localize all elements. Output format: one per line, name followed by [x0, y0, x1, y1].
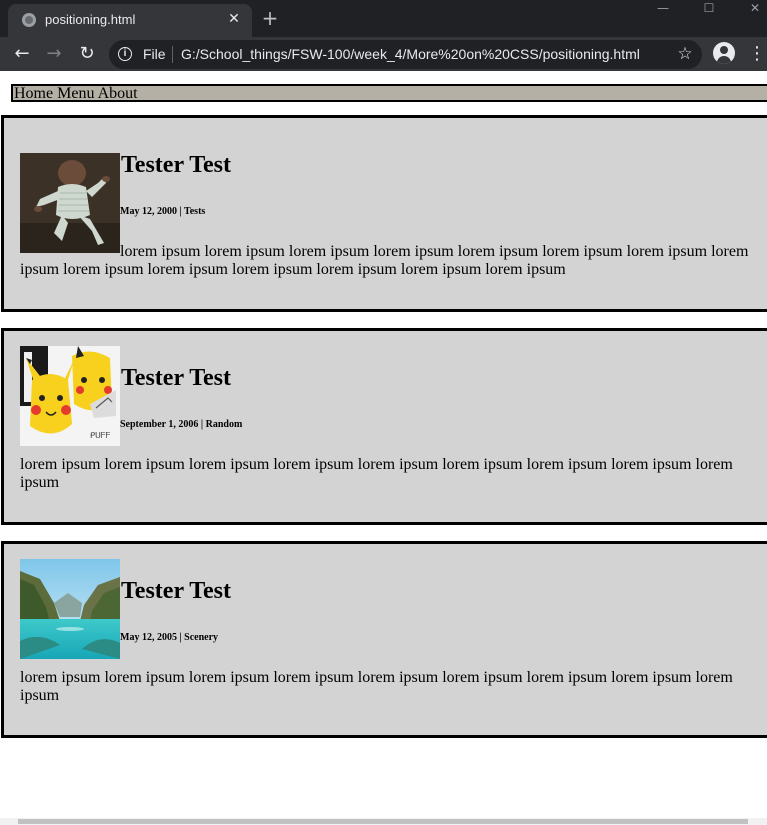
browser-tab[interactable]: positioning.html ✕	[8, 4, 252, 37]
page-viewport: Home Menu About Tester Test May 12, 2000…	[0, 71, 767, 825]
post-category: Scenery	[184, 632, 219, 643]
nav-about[interactable]: About	[98, 85, 138, 102]
url-text[interactable]: G:/School_things/FSW-100/week_4/More%20o…	[181, 46, 640, 62]
horizontal-scrollbar[interactable]	[0, 818, 767, 825]
dancing-baby-photo	[20, 153, 120, 253]
post-title: Tester Test	[121, 152, 232, 178]
browser-titlebar: positioning.html ✕ + — ☐ ✕	[0, 0, 767, 37]
kebab-menu-icon[interactable]: ⋮	[748, 41, 766, 67]
post-category: Random	[205, 419, 243, 430]
window-close-icon[interactable]: ✕	[733, 0, 767, 20]
close-tab-icon[interactable]: ✕	[225, 10, 243, 28]
post-date: September 1, 2006	[120, 419, 199, 430]
nav-menu[interactable]: Menu	[57, 85, 94, 102]
post-title: Tester Test	[121, 365, 232, 391]
new-tab-icon[interactable]: +	[259, 8, 281, 30]
meta-separator: |	[176, 206, 184, 217]
reload-icon[interactable]: ↻	[74, 41, 100, 67]
post-title: Tester Test	[121, 578, 232, 604]
tab-title: positioning.html	[45, 12, 136, 27]
browser-toolbar: ← → ↻ i File G:/School_things/FSW-100/we…	[0, 37, 767, 71]
post-date: May 12, 2000	[120, 206, 177, 217]
forward-arrow-icon[interactable]: →	[41, 41, 67, 67]
maximize-icon[interactable]: ☐	[687, 0, 731, 20]
post-card: Tester Test May 12, 2005 | Scenery lorem…	[1, 541, 767, 738]
post-body: lorem ipsum lorem ipsum lorem ipsum lore…	[20, 669, 733, 704]
avatar-head	[720, 46, 728, 54]
svg-text:ᑭᑌᖴᖴ: ᑭᑌᖴᖴ	[90, 431, 111, 440]
nav-home[interactable]: Home	[14, 85, 53, 102]
scrollbar-thumb[interactable]	[18, 819, 748, 824]
post-card: ᑭᑌᖴᖴ Tester Test September 1, 2006 | Ran…	[1, 328, 767, 525]
mountain-lake-landscape	[20, 559, 120, 659]
post-meta: May 12, 2000 | Tests	[120, 206, 205, 217]
info-icon[interactable]: i	[118, 47, 132, 61]
site-navbar: Home Menu About	[11, 84, 767, 102]
bookmark-star-icon[interactable]: ☆	[675, 43, 695, 65]
post-meta: September 1, 2006 | Random	[120, 419, 242, 430]
post-category: Tests	[183, 206, 206, 217]
meta-separator: |	[198, 419, 206, 430]
profile-avatar-icon[interactable]	[713, 42, 735, 64]
post-date: May 12, 2005	[120, 632, 177, 643]
post-body: lorem ipsum lorem ipsum lorem ipsum lore…	[20, 243, 760, 279]
post-meta: May 12, 2005 | Scenery	[120, 632, 218, 643]
post-body: lorem ipsum lorem ipsum lorem ipsum lore…	[20, 456, 733, 491]
address-bar[interactable]: i File G:/School_things/FSW-100/week_4/M…	[109, 40, 702, 69]
post-body-text: lorem ipsum lorem ipsum lorem ipsum lore…	[20, 243, 749, 278]
post-card: Tester Test May 12, 2000 | Tests lorem i…	[1, 115, 767, 312]
back-arrow-icon[interactable]: ←	[9, 41, 35, 67]
avatar-shoulders	[717, 56, 731, 64]
pikachu-collage: ᑭᑌᖴᖴ	[20, 346, 120, 446]
address-divider	[172, 46, 173, 63]
url-scheme-label: File	[143, 46, 166, 62]
globe-icon	[22, 13, 36, 27]
minimize-icon[interactable]: —	[641, 0, 685, 20]
